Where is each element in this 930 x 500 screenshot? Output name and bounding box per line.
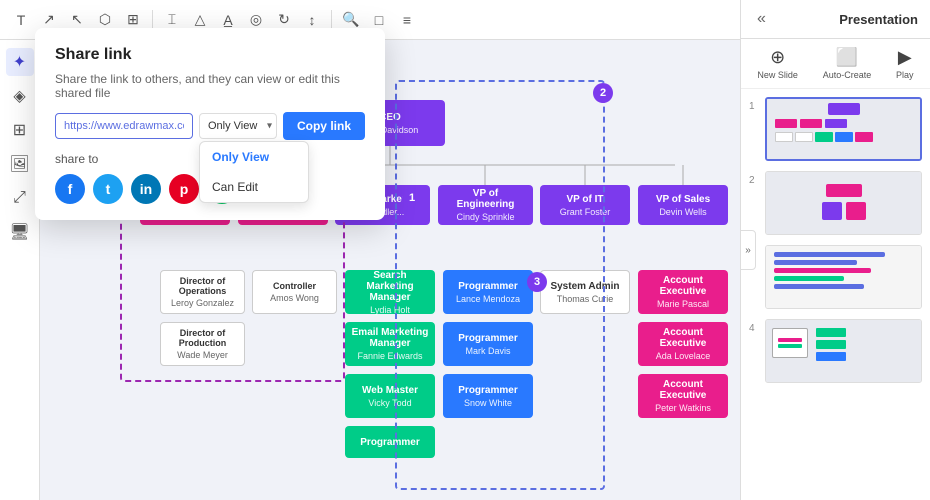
linkedin-share-icon[interactable]: in	[131, 174, 161, 204]
node-acct-exec1[interactable]: Account Executive Marie Pascal	[638, 270, 728, 314]
sidebar-icon-shapes[interactable]: ◈	[6, 82, 34, 110]
node-acct-exec2[interactable]: Account Executive Ada Lovelace	[638, 322, 728, 366]
badge-2: 2	[593, 83, 613, 103]
url-input[interactable]	[55, 113, 193, 139]
toolbar-icon-menu[interactable]: ≡	[396, 9, 418, 31]
dropdown-item-only-view[interactable]: Only View	[200, 142, 308, 172]
sidebar-icon-resize[interactable]: ⤢	[6, 184, 34, 212]
share-link-modal: Share link Share the link to others, and…	[35, 28, 385, 220]
slides-container: 1	[741, 89, 930, 500]
node-programmer3[interactable]: Programmer Snow White	[443, 374, 533, 418]
node-programmer2[interactable]: Programmer Mark Davis	[443, 322, 533, 366]
play-label: Play	[896, 70, 914, 80]
copy-link-button[interactable]: Copy link	[283, 112, 365, 140]
slide-number-1: 1	[749, 101, 759, 112]
badge-3: 3	[527, 272, 547, 292]
slide-number-2: 2	[749, 175, 759, 186]
toolbar-divider-1	[152, 10, 153, 30]
node-web-master[interactable]: Web Master Vicky Todd	[345, 374, 435, 418]
panel-collapse-icon[interactable]: «	[753, 8, 770, 30]
toolbar-divider-2	[331, 10, 332, 30]
panel-tool-auto-create[interactable]: ⬜ Auto-Create	[823, 47, 872, 80]
node-vp-sales[interactable]: VP of Sales Devin Wells	[638, 185, 728, 225]
node-vp-it[interactable]: VP of IT Grant Foster	[540, 185, 630, 225]
node-controller[interactable]: Controller Amos Wong	[252, 270, 337, 314]
modal-title: Share link	[55, 46, 365, 64]
pinterest-share-icon[interactable]: p	[169, 174, 199, 204]
slide-thumb-2[interactable]	[765, 171, 922, 235]
modal-description: Share the link to others, and they can v…	[55, 72, 365, 100]
node-dir-production[interactable]: Director of Production Wade Meyer	[160, 322, 245, 366]
node-acct-exec3[interactable]: Account Executive Peter Watkins	[638, 374, 728, 418]
twitter-share-icon[interactable]: t	[93, 174, 123, 204]
slide-item-2[interactable]: 2	[749, 171, 922, 235]
auto-create-icon: ⬜	[836, 47, 858, 68]
node-email-marketing[interactable]: Email Marketing Manager Fannie Edwards	[345, 322, 435, 366]
sidebar-icon-star[interactable]: ✦	[6, 48, 34, 76]
node-system-admin[interactable]: System Admin Thomas Curie	[540, 270, 630, 314]
node-dir-operations[interactable]: Director of Operations Leroy Gonzalez	[160, 270, 245, 314]
slide-number-4: 4	[749, 323, 759, 334]
slide-item-4[interactable]: 4	[749, 319, 922, 383]
panel-tool-play[interactable]: ▶ Play	[896, 47, 914, 80]
play-icon: ▶	[898, 47, 912, 68]
slide-thumb-3[interactable]	[765, 245, 922, 309]
slide-item-1[interactable]: 1	[749, 97, 922, 161]
dropdown-item-can-edit[interactable]: Can Edit	[200, 172, 308, 202]
modal-link-row: Only View Can Edit ▾ Only View Can Edit …	[55, 112, 365, 140]
new-slide-icon: ⊕	[770, 47, 785, 68]
permission-select[interactable]: Only View Can Edit	[199, 113, 277, 139]
slide-thumb-4[interactable]	[765, 319, 922, 383]
node-programmer-bottom[interactable]: Programmer	[345, 426, 435, 458]
permission-dropdown: Only View Can Edit	[199, 141, 309, 203]
left-sidebar: ✦ ◈ ⊞ 🖼 ⤢ 🖥	[0, 40, 40, 500]
right-panel: « Presentation ⊕ New Slide ⬜ Auto-Create…	[740, 0, 930, 500]
permission-select-wrap: Only View Can Edit ▾ Only View Can Edit	[199, 113, 277, 139]
right-panel-title: Presentation	[839, 12, 918, 27]
panel-tool-new-slide[interactable]: ⊕ New Slide	[757, 47, 798, 80]
toolbar-icon-text[interactable]: T	[10, 9, 32, 31]
node-search-marketing[interactable]: Search Marketing Manager Lydia Holt	[345, 270, 435, 314]
sidebar-icon-image[interactable]: 🖼	[6, 150, 34, 178]
sidebar-icon-monitor[interactable]: 🖥	[6, 218, 34, 246]
panel-toolbar: ⊕ New Slide ⬜ Auto-Create ▶ Play	[741, 39, 930, 89]
panel-collapse-button[interactable]: »	[740, 230, 756, 270]
node-vp-engineering[interactable]: VP of Engineering Cindy Sprinkle	[438, 185, 533, 225]
auto-create-label: Auto-Create	[823, 70, 872, 80]
slide-item-3[interactable]: 3	[749, 245, 922, 309]
right-panel-header: « Presentation	[741, 0, 930, 39]
new-slide-label: New Slide	[757, 70, 798, 80]
node-programmer1[interactable]: Programmer Lance Mendoza	[443, 270, 533, 314]
badge-1: 1	[402, 188, 422, 208]
sidebar-icon-grid[interactable]: ⊞	[6, 116, 34, 144]
facebook-share-icon[interactable]: f	[55, 174, 85, 204]
slide-thumb-1[interactable]	[765, 97, 922, 161]
